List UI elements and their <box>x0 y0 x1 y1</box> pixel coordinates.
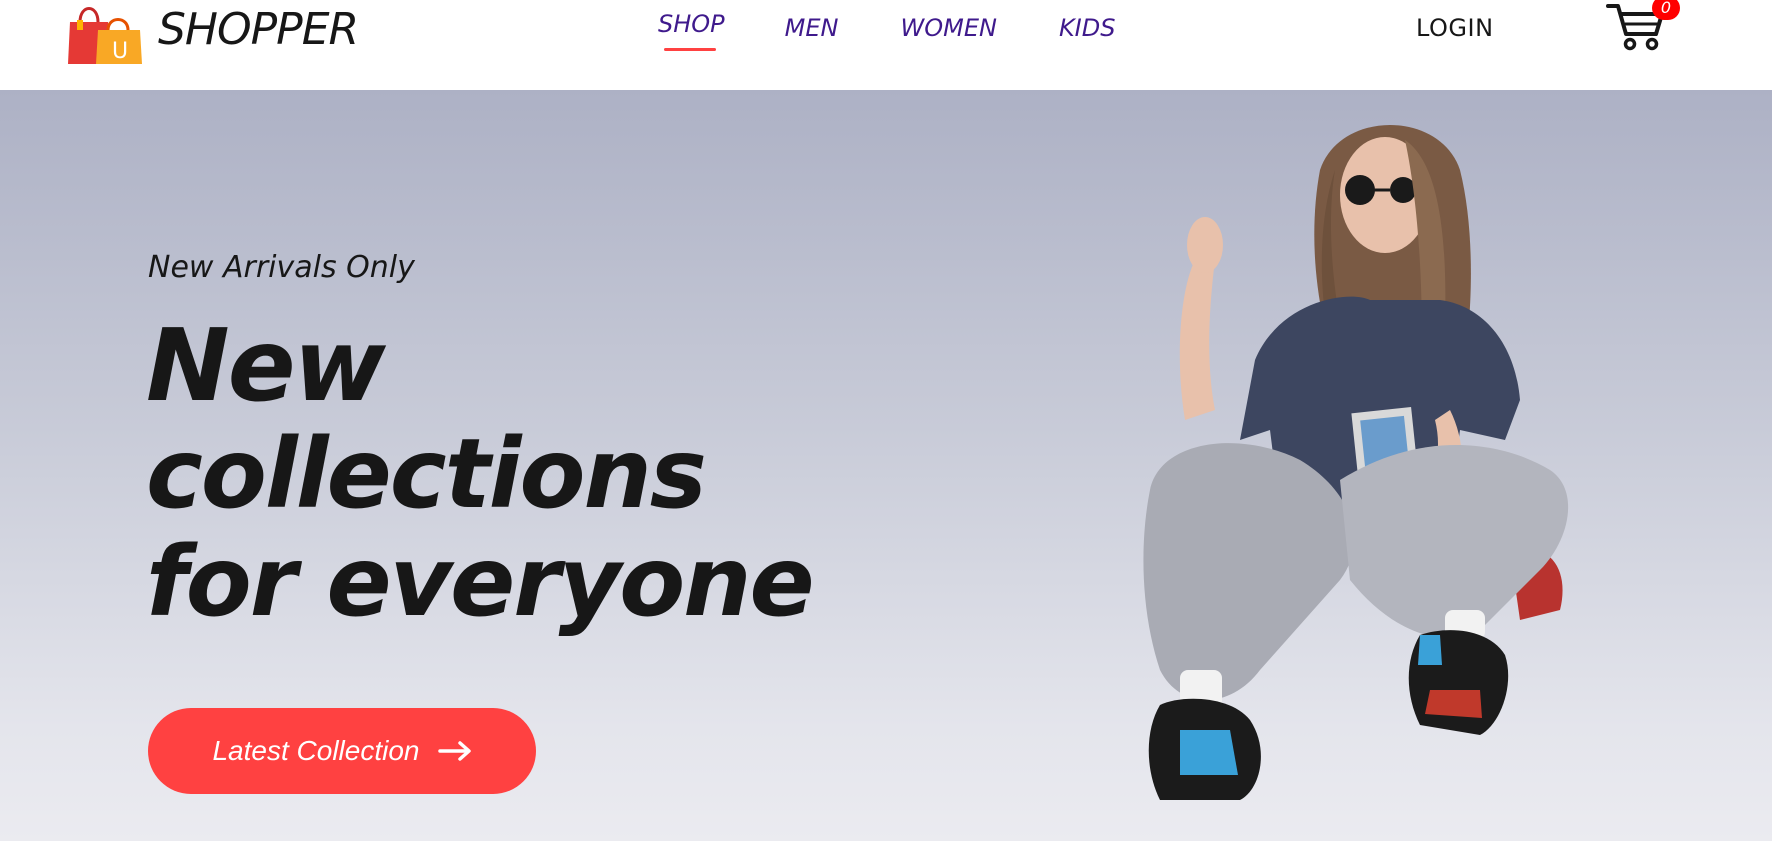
nav-item-label: MEN <box>784 14 839 42</box>
nav-item-men[interactable]: MEN <box>785 14 839 42</box>
hero-title-line: for everyone <box>146 526 815 638</box>
active-underline <box>664 48 716 51</box>
cart-count-badge: 0 <box>1652 0 1680 20</box>
nav-item-kids[interactable]: KIDS <box>1059 14 1116 42</box>
nav-item-label: KIDS <box>1058 14 1116 42</box>
navbar: U SHOPPER SHOP MEN WOMEN KIDS LOGIN 0 <box>0 0 1772 90</box>
hero-subtitle: New Arrivals Only <box>148 250 415 285</box>
hero-title-line: collections <box>146 418 707 530</box>
hero-title-line: New <box>146 307 386 424</box>
nav-item-women[interactable]: WOMEN <box>900 14 996 42</box>
nav-item-shop[interactable]: SHOP <box>658 10 725 51</box>
brand-logo[interactable]: U SHOPPER <box>68 0 359 66</box>
arrow-right-icon <box>437 741 471 761</box>
hero-title: New collections for everyone <box>146 307 846 638</box>
nav-item-label: SHOP <box>658 10 725 38</box>
hero-section: New Arrivals Only New collections for ev… <box>0 90 1772 841</box>
main-nav: SHOP MEN WOMEN KIDS <box>658 10 1115 51</box>
brand-name: SHOPPER <box>158 4 359 55</box>
shopping-bags-icon: U <box>68 7 142 64</box>
nav-item-label: WOMEN <box>900 14 997 42</box>
svg-text:U: U <box>112 39 128 64</box>
latest-collection-button[interactable]: Latest Collection <box>148 708 536 794</box>
hero-model-image <box>1143 125 1569 800</box>
login-button[interactable]: LOGIN <box>1416 14 1494 42</box>
cta-label: Latest Collection <box>212 735 420 766</box>
